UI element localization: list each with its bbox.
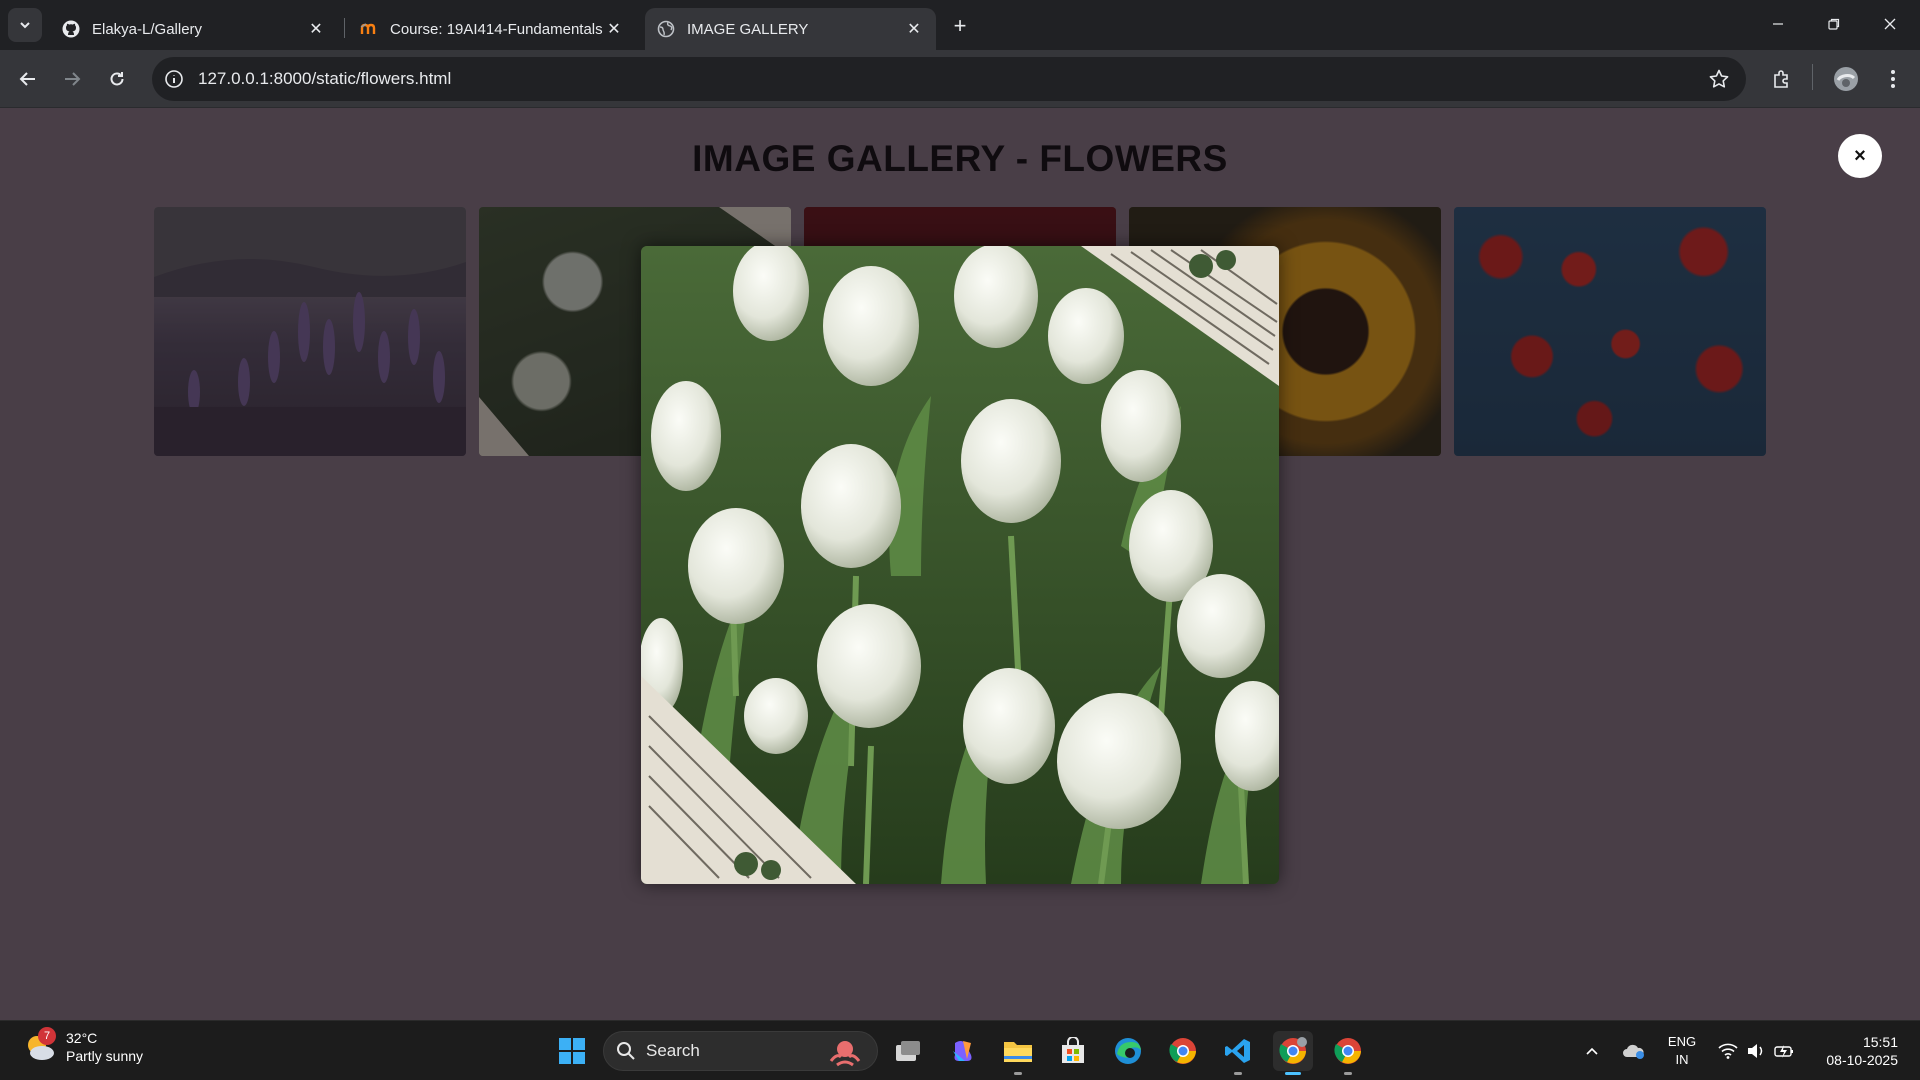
thumbnail-poppies[interactable] <box>1454 207 1766 456</box>
restore-icon <box>1828 18 1840 30</box>
show-hidden-icons-button[interactable] <box>1580 1031 1604 1071</box>
chrome-second-button[interactable] <box>1328 1031 1368 1075</box>
folder-icon <box>1004 1042 1032 1062</box>
edge-icon <box>1115 1038 1141 1064</box>
chrome-icon <box>1334 1038 1361 1064</box>
globe-icon <box>657 20 675 38</box>
store-icon <box>1062 1037 1084 1063</box>
chrome-menu-button[interactable] <box>1877 63 1909 95</box>
close-icon[interactable]: ✕ <box>306 19 326 39</box>
language-line1: ENG <box>1667 1034 1697 1049</box>
gallery-page: IMAGE GALLERY - FLOWERS × <box>0 108 1920 1020</box>
start-button[interactable] <box>552 1031 592 1071</box>
address-bar[interactable]: 127.0.0.1:8000/static/flowers.html <box>152 57 1746 101</box>
partly-sunny-icon: 7 <box>24 1027 56 1063</box>
running-indicator <box>1344 1072 1352 1075</box>
copilot-button[interactable] <box>943 1031 983 1071</box>
search-icon <box>617 1042 635 1060</box>
tab-title: IMAGE GALLERY <box>687 20 809 38</box>
arrow-left-icon <box>19 72 35 86</box>
site-info-icon[interactable] <box>164 69 184 89</box>
battery-tray[interactable] <box>1772 1031 1796 1071</box>
copilot-icon <box>953 1041 972 1061</box>
battery-charging-icon <box>1774 1045 1793 1058</box>
chrome-profile-icon <box>1279 1037 1307 1064</box>
clock-time: 15:51 <box>1862 1034 1898 1050</box>
lavender-image <box>154 207 466 456</box>
forward-button[interactable] <box>56 63 88 95</box>
tab-title: Elakya-L/Gallery <box>92 20 203 38</box>
taskbar-search[interactable]: Search <box>603 1031 878 1071</box>
minimize-button[interactable] <box>1750 0 1806 48</box>
profile-button[interactable] <box>1830 63 1862 95</box>
vscode-button[interactable] <box>1218 1031 1258 1075</box>
cloud-icon <box>1623 1044 1644 1059</box>
taskbar-clock[interactable]: 15:51 08-10-2025 <box>1808 1033 1898 1069</box>
chrome-icon <box>1169 1038 1196 1064</box>
search-highlight-icon <box>829 1041 861 1067</box>
new-tab-button[interactable]: + <box>946 12 974 40</box>
task-view-icon <box>896 1041 920 1061</box>
close-icon[interactable]: ✕ <box>604 19 624 39</box>
back-button[interactable] <box>12 63 44 95</box>
toolbar-separator <box>1812 64 1813 90</box>
wifi-icon <box>1718 1043 1738 1059</box>
page-title: IMAGE GALLERY - FLOWERS <box>692 138 1228 179</box>
tab-github[interactable]: Elakya-L/Gallery ✕ <box>50 8 338 50</box>
weather-widget[interactable]: 7 32°C Partly sunny <box>24 1027 144 1065</box>
active-indicator <box>1285 1072 1301 1075</box>
reload-icon <box>110 72 124 86</box>
url-text: 127.0.0.1:8000/static/flowers.html <box>198 69 452 88</box>
tab-separator <box>344 18 345 38</box>
volume-icon <box>1748 1044 1763 1058</box>
tab-course[interactable]: Course: 19AI414-Fundamentals ✕ <box>348 8 636 50</box>
ms-store-button[interactable] <box>1053 1031 1093 1071</box>
weather-condition: Partly sunny <box>66 1048 144 1064</box>
tab-title: Course: 19AI414-Fundamentals <box>390 20 603 38</box>
vscode-icon <box>1225 1039 1250 1063</box>
search-label: Search <box>646 1041 700 1060</box>
volume-tray[interactable] <box>1744 1031 1768 1071</box>
puzzle-icon <box>1774 70 1788 88</box>
clock-date: 08-10-2025 <box>1826 1052 1898 1068</box>
running-indicator <box>1234 1072 1242 1075</box>
minimize-icon <box>1773 23 1783 25</box>
chrome-active-button[interactable] <box>1273 1031 1313 1075</box>
chrome-button[interactable] <box>1163 1031 1203 1071</box>
language-line2: IN <box>1675 1052 1689 1067</box>
running-indicator <box>1014 1072 1022 1075</box>
moodle-icon <box>360 20 378 38</box>
chevron-up-icon <box>1586 1047 1598 1055</box>
more-vertical-icon <box>1891 70 1895 88</box>
weather-temp: 32°C <box>66 1030 98 1046</box>
tab-search-button[interactable] <box>8 8 42 42</box>
restore-button[interactable] <box>1806 0 1862 48</box>
reload-button[interactable] <box>101 63 133 95</box>
thumbnail-lavender[interactable] <box>154 207 466 456</box>
language-indicator[interactable]: ENG IN <box>1660 1031 1704 1071</box>
avatar-icon <box>1834 67 1858 91</box>
task-view-button[interactable] <box>888 1031 928 1071</box>
browser-toolbar: 127.0.0.1:8000/static/flowers.html <box>0 50 1920 108</box>
extensions-button[interactable] <box>1766 63 1798 95</box>
white-tulips-image <box>641 246 1279 884</box>
weather-badge: 7 <box>38 1027 56 1045</box>
close-icon[interactable]: ✕ <box>904 19 924 39</box>
lightbox-close-button[interactable]: × <box>1838 134 1882 178</box>
file-explorer-button[interactable] <box>998 1031 1038 1075</box>
wifi-tray[interactable] <box>1716 1031 1740 1071</box>
browser-tabstrip: Elakya-L/Gallery ✕ Course: 19AI414-Funda… <box>0 0 1920 50</box>
github-icon <box>62 20 80 38</box>
edge-button[interactable] <box>1108 1031 1148 1071</box>
close-icon <box>1884 18 1896 30</box>
taskbar: 7 32°C Partly sunny Search ENG IN 15:51 … <box>0 1020 1920 1080</box>
arrow-right-icon <box>65 72 81 86</box>
window-close-button[interactable] <box>1862 0 1918 48</box>
bookmark-star-icon[interactable] <box>1708 68 1730 90</box>
windows-icon <box>559 1038 585 1064</box>
tab-image-gallery[interactable]: IMAGE GALLERY ✕ <box>645 8 936 50</box>
onedrive-tray[interactable] <box>1620 1031 1648 1071</box>
lightbox-image[interactable] <box>641 246 1279 884</box>
chevron-down-icon <box>20 22 30 29</box>
